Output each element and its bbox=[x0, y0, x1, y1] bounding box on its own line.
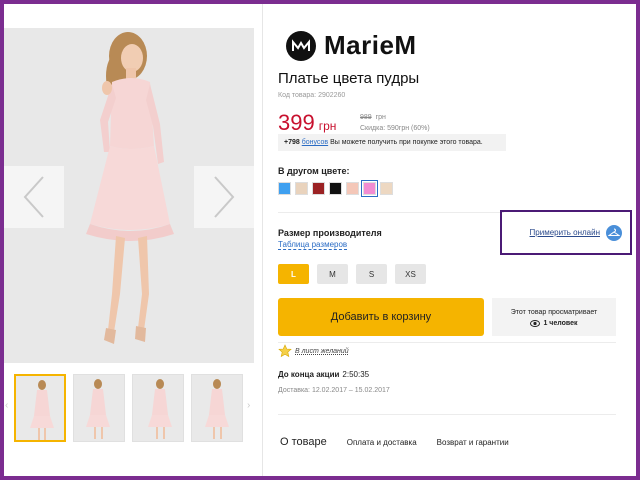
price-value: 399 bbox=[278, 110, 315, 135]
divider bbox=[278, 342, 616, 343]
bonus-banner: +798 бонусов Вы можете получить при поку… bbox=[278, 134, 506, 151]
color-swatch[interactable] bbox=[278, 182, 291, 195]
viewers-count-row: 1 человек bbox=[530, 318, 578, 329]
discount-text: Скидка: 590грн (60%) bbox=[360, 125, 430, 132]
try-online-box: Примерить онлайн bbox=[500, 210, 632, 255]
try-online-link[interactable]: Примерить онлайн bbox=[530, 228, 600, 237]
size-option-l[interactable]: L bbox=[278, 264, 309, 284]
brand-name: MarieM bbox=[324, 30, 417, 60]
color-swatch[interactable] bbox=[312, 182, 325, 195]
color-swatch[interactable] bbox=[346, 182, 359, 195]
price-currency: грн bbox=[318, 119, 337, 133]
tab-returns[interactable]: Возврат и гарантии bbox=[437, 438, 509, 447]
chevron-right-icon bbox=[214, 176, 235, 218]
product-title: Платье цвета пудры bbox=[278, 70, 420, 87]
product-sku: Код товара: 2902260 bbox=[278, 92, 346, 99]
size-option-s[interactable]: S bbox=[356, 264, 387, 284]
color-swatch[interactable] bbox=[380, 182, 393, 195]
bonus-link[interactable]: бонусов bbox=[302, 139, 328, 146]
thumbnail-1[interactable] bbox=[14, 374, 66, 442]
thumbnail-strip: ‹ › bbox=[4, 370, 254, 446]
product-tabs: О товаре Оплата и доставка Возврат и гар… bbox=[280, 436, 509, 448]
thumbnail-2[interactable] bbox=[73, 374, 125, 442]
thumbnail-image bbox=[86, 379, 110, 439]
star-icon bbox=[278, 344, 292, 358]
prev-photo-button[interactable] bbox=[4, 166, 64, 228]
color-swatch[interactable] bbox=[329, 182, 342, 195]
size-option-xs[interactable]: XS bbox=[395, 264, 426, 284]
delivery-dates: Доставка: 12.02.2017 – 15.02.2017 bbox=[278, 387, 390, 394]
promo-countdown: До конца акции 2:50:35 bbox=[278, 370, 369, 379]
size-options: L M S XS bbox=[278, 264, 426, 284]
thumbnail-4[interactable] bbox=[191, 374, 243, 442]
next-photo-button[interactable] bbox=[194, 166, 254, 228]
divider bbox=[278, 414, 616, 415]
color-swatch[interactable] bbox=[361, 180, 378, 197]
viewers-count: 1 человек bbox=[543, 320, 578, 327]
price: 399 грн bbox=[278, 110, 336, 136]
hanger-icon[interactable] bbox=[606, 224, 622, 241]
chevron-left-icon bbox=[23, 176, 44, 218]
size-option-m[interactable]: M bbox=[317, 264, 348, 284]
size-table-link[interactable]: Таблица размеров bbox=[278, 240, 348, 250]
thumbnail-image bbox=[205, 379, 229, 439]
thumbnail-3[interactable] bbox=[132, 374, 184, 442]
color-swatch[interactable] bbox=[295, 182, 308, 195]
brand-header: MarieM bbox=[286, 30, 417, 61]
thumbnail-image bbox=[30, 380, 54, 440]
eye-icon bbox=[530, 320, 541, 327]
viewers-box: Этот товар просматривает 1 человек bbox=[492, 298, 616, 336]
viewers-text: Этот товар просматривает bbox=[510, 309, 598, 316]
add-to-cart-button[interactable]: Добавить в корзину bbox=[278, 298, 484, 336]
colors-label: В другом цвете: bbox=[278, 166, 350, 176]
wishlist-button[interactable]: В лист желаний bbox=[278, 344, 349, 358]
old-price-block: 989 грн Скидка: 590грн (60%) bbox=[360, 112, 430, 134]
tab-about[interactable]: О товаре bbox=[280, 436, 327, 448]
bonus-amount: +798 bbox=[284, 139, 300, 146]
old-price-currency: грн bbox=[375, 114, 386, 121]
color-swatches bbox=[278, 180, 393, 197]
product-photo[interactable] bbox=[4, 28, 254, 363]
bonus-text: Вы можете получить при покупке этого тов… bbox=[330, 139, 483, 146]
product-page: ‹ › MarieM Платье цвета пудры Код товара… bbox=[4, 4, 636, 476]
wishlist-label: В лист желаний bbox=[295, 347, 349, 355]
old-price: 989 bbox=[360, 114, 372, 121]
tab-payment-delivery[interactable]: Оплата и доставка bbox=[347, 438, 417, 447]
divider bbox=[278, 212, 504, 213]
thumbs-next-icon[interactable]: › bbox=[247, 400, 255, 414]
promo-time: 2:50:35 bbox=[342, 370, 370, 379]
brand-logo-icon bbox=[286, 30, 316, 61]
size-label: Размер производителя bbox=[278, 228, 382, 238]
thumbnail-image bbox=[148, 379, 172, 439]
column-divider bbox=[262, 4, 263, 476]
thumbs-prev-icon[interactable]: ‹ bbox=[5, 400, 13, 414]
promo-label: До конца акции bbox=[278, 370, 340, 379]
